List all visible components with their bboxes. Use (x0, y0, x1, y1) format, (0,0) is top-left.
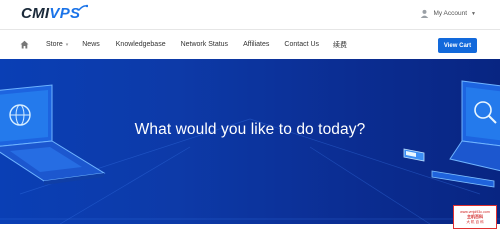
nav-item-store[interactable]: Store ▾ (46, 41, 68, 48)
nav-item-knowledgebase[interactable]: Knowledgebase (116, 41, 166, 48)
main-navigation: Store ▾ News Knowledgebase Network Statu… (0, 30, 500, 59)
caret-down-icon: ▼ (471, 10, 476, 17)
logo[interactable]: CMIVPS (21, 4, 88, 22)
user-icon (421, 9, 429, 18)
nav-item-store-label: Store (46, 41, 63, 48)
nav-item-contact-us[interactable]: Contact Us (284, 41, 319, 48)
view-cart-button[interactable]: View Cart (438, 38, 477, 53)
nav-item-news[interactable]: News (82, 41, 100, 48)
hero-banner: What would you like to do today? (0, 59, 500, 224)
nav-item-network-status[interactable]: Network Status (181, 41, 228, 48)
logo-swoosh-icon (78, 4, 88, 11)
page-bottom (0, 224, 500, 240)
watermark-stamp: www.vmjd93c.com 主机百科 大 机 百 科 (453, 205, 497, 229)
top-bar: CMIVPS My Account ▼ (0, 0, 500, 29)
logo-text: CMIVPS (21, 5, 81, 22)
home-link[interactable] (20, 40, 34, 49)
hero-illustration (0, 80, 500, 224)
watermark-title: 主机百科 (467, 214, 483, 219)
caret-down-icon: ▾ (65, 41, 69, 48)
my-account-label: My Account (433, 10, 468, 17)
home-icon (20, 40, 29, 49)
my-account-menu[interactable]: My Account ▼ (420, 9, 476, 18)
nav-item-affiliates[interactable]: Affiliates (243, 41, 269, 48)
watermark-subtitle: 大 机 百 科 (466, 220, 484, 224)
hero-title: What would you like to do today? (134, 121, 366, 138)
nav-item-renew[interactable]: 续费 (333, 40, 347, 50)
